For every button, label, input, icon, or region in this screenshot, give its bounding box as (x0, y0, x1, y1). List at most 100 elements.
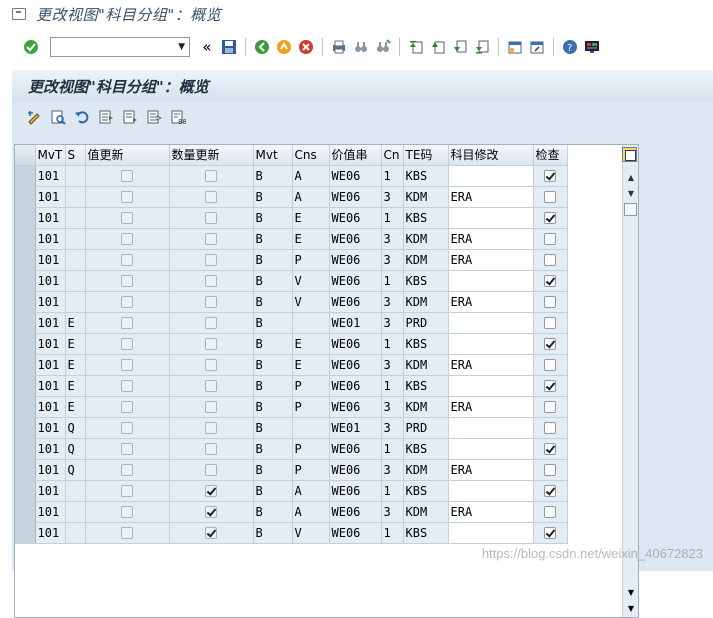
row-selector[interactable] (15, 207, 36, 229)
row-selector[interactable] (15, 375, 36, 397)
checkbox[interactable] (205, 254, 217, 266)
checkbox[interactable] (544, 527, 556, 539)
cell-account-modifier[interactable] (448, 207, 534, 229)
checkbox[interactable] (205, 233, 217, 245)
cell-account-modifier[interactable]: ERA (448, 186, 534, 208)
cell-account-modifier[interactable]: ERA (448, 228, 534, 250)
table-row[interactable]: 101 B A WE06 3 KDM ERA (15, 186, 568, 208)
table-row[interactable]: 101 E B P WE06 3 KDM ERA (15, 396, 568, 418)
select-block-icon[interactable] (121, 108, 139, 126)
checkbox[interactable] (544, 254, 556, 266)
checkbox[interactable] (205, 380, 217, 392)
checkbox[interactable] (121, 275, 133, 287)
checkbox[interactable] (205, 422, 217, 434)
page-down-icon[interactable]: ▼ (623, 585, 639, 599)
column-header[interactable]: 检查 (533, 145, 568, 166)
cell-account-modifier[interactable] (448, 165, 534, 187)
checkbox[interactable] (544, 401, 556, 413)
checkbox[interactable] (205, 317, 217, 329)
checkbox[interactable] (205, 275, 217, 287)
checkbox[interactable] (121, 401, 133, 413)
column-header[interactable]: 数量更新 (169, 145, 254, 166)
table-row[interactable]: 101 B A WE06 1 KBS (15, 165, 568, 187)
cell-account-modifier[interactable]: ERA (448, 291, 534, 313)
help-icon[interactable]: ? (561, 38, 579, 56)
checkbox[interactable] (121, 296, 133, 308)
checkbox[interactable] (544, 506, 556, 518)
checkbox[interactable] (121, 170, 133, 182)
checkbox[interactable] (121, 464, 133, 476)
table-row[interactable]: 101 E B WE01 3 PRD (15, 312, 568, 334)
print-icon[interactable] (330, 38, 348, 56)
row-selector[interactable] (15, 396, 36, 418)
checkbox[interactable] (121, 254, 133, 266)
cell-account-modifier[interactable] (448, 522, 534, 544)
checkbox[interactable] (121, 359, 133, 371)
table-row[interactable]: 101 E B P WE06 1 KBS (15, 375, 568, 397)
table-row[interactable]: 101 E B E WE06 1 KBS (15, 333, 568, 355)
row-selector[interactable] (15, 165, 36, 187)
enter-icon[interactable] (22, 38, 40, 56)
column-header[interactable]: Mvt (253, 145, 293, 166)
column-header[interactable]: TE码 (403, 145, 449, 166)
row-selector[interactable] (15, 333, 36, 355)
table-row[interactable]: 101 B V WE06 1 KBS (15, 522, 568, 544)
row-selector-header[interactable] (15, 145, 36, 166)
cell-account-modifier[interactable]: ERA (448, 396, 534, 418)
cell-account-modifier[interactable]: ERA (448, 249, 534, 271)
checkbox[interactable] (121, 212, 133, 224)
column-header[interactable]: S (65, 145, 86, 166)
checkbox[interactable] (544, 380, 556, 392)
checkbox[interactable] (205, 527, 217, 539)
checkbox[interactable] (544, 317, 556, 329)
table-row[interactable]: 101 B V WE06 3 KDM ERA (15, 291, 568, 313)
checkbox[interactable] (205, 443, 217, 455)
scroll-down-icon[interactable]: ▼ (623, 185, 639, 201)
row-selector[interactable] (15, 501, 36, 523)
table-row[interactable]: 101 B A WE06 3 KDM ERA (15, 501, 568, 523)
column-header[interactable]: MvT (35, 145, 66, 166)
table-row[interactable]: 101 B P WE06 3 KDM ERA (15, 249, 568, 271)
table-row[interactable]: 101 B E WE06 1 KBS (15, 207, 568, 229)
table-settings-icon[interactable] (622, 147, 637, 162)
select-all-icon[interactable] (97, 108, 115, 126)
checkbox[interactable] (205, 191, 217, 203)
checkbox[interactable] (544, 338, 556, 350)
row-selector[interactable] (15, 480, 36, 502)
row-selector[interactable] (15, 186, 36, 208)
row-selector[interactable] (15, 438, 36, 460)
last-page-icon[interactable] (473, 38, 491, 56)
save-icon[interactable] (220, 38, 238, 56)
cell-account-modifier[interactable] (448, 417, 534, 439)
checkbox[interactable] (121, 380, 133, 392)
variant-icon[interactable]: 88 (169, 108, 187, 126)
table-row[interactable]: 101 B E WE06 3 KDM ERA (15, 228, 568, 250)
details-icon[interactable] (49, 108, 67, 126)
cancel-icon[interactable] (297, 38, 315, 56)
checkbox[interactable] (544, 212, 556, 224)
cell-account-modifier[interactable]: ERA (448, 501, 534, 523)
cell-account-modifier[interactable] (448, 375, 534, 397)
shortcut-icon[interactable] (528, 38, 546, 56)
previous-page-icon[interactable] (429, 38, 447, 56)
row-selector[interactable] (15, 249, 36, 271)
cell-account-modifier[interactable] (448, 333, 534, 355)
checkbox[interactable] (121, 506, 133, 518)
table-row[interactable]: 101 B A WE06 1 KBS (15, 480, 568, 502)
cell-account-modifier[interactable]: ERA (448, 354, 534, 376)
new-session-icon[interactable] (506, 38, 524, 56)
checkbox[interactable] (121, 422, 133, 434)
table-row[interactable]: 101 B V WE06 1 KBS (15, 270, 568, 292)
column-header[interactable]: 价值串 (329, 145, 382, 166)
scroll-up-icon[interactable]: ▲ (623, 169, 639, 185)
checkbox[interactable] (121, 443, 133, 455)
checkbox[interactable] (544, 296, 556, 308)
row-selector[interactable] (15, 522, 36, 544)
checkbox[interactable] (205, 338, 217, 350)
checkbox[interactable] (121, 485, 133, 497)
row-selector[interactable] (15, 228, 36, 250)
table-row[interactable]: 101 Q B P WE06 3 KDM ERA (15, 459, 568, 481)
checkbox[interactable] (544, 359, 556, 371)
checkbox[interactable] (121, 233, 133, 245)
back-nav-icon[interactable]: « (198, 38, 216, 56)
